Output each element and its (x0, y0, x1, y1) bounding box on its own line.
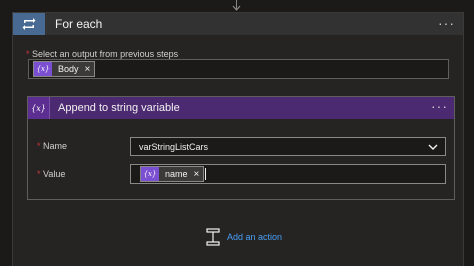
body-token[interactable]: {x} Body × (33, 61, 96, 77)
required-marker: * (37, 141, 41, 151)
required-marker: * (37, 169, 41, 179)
value-label-text: Value (43, 169, 66, 179)
name-dropdown[interactable]: varStringListCars (130, 137, 446, 156)
foreach-card: For each ··· * Select an output from pre… (12, 12, 464, 266)
name-token-label: name (165, 169, 188, 179)
variable-icon: {x} (34, 62, 52, 76)
name-token[interactable]: {x} name × (140, 166, 205, 182)
value-input[interactable]: {x} name × (130, 164, 446, 184)
remove-token-icon[interactable]: × (85, 64, 95, 75)
append-to-string-variable-card: {x} Append to string variable ··· * Name… (27, 96, 455, 200)
foreach-more-options-button[interactable]: ··· (438, 15, 455, 31)
value-label: * Value (37, 169, 65, 179)
loop-icon (13, 13, 45, 35)
required-marker: * (26, 49, 30, 59)
text-cursor (205, 168, 206, 180)
variable-icon: {x} (28, 97, 50, 119)
foreach-header[interactable]: For each ··· (13, 13, 463, 35)
foreach-title: For each (55, 17, 103, 31)
append-title: Append to string variable (58, 102, 180, 114)
name-label: * Name (37, 141, 67, 151)
select-output-label-text: Select an output from previous steps (32, 49, 179, 59)
chevron-down-icon[interactable] (427, 141, 439, 153)
select-output-field[interactable]: {x} Body × (28, 59, 449, 79)
name-dropdown-value: varStringListCars (139, 141, 209, 152)
variable-icon: {x} (141, 167, 159, 181)
select-output-label: * Select an output from previous steps (26, 49, 178, 59)
body-token-label: Body (58, 64, 79, 74)
append-header[interactable]: {x} Append to string variable ··· (28, 97, 454, 119)
append-more-options-button[interactable]: ··· (431, 98, 448, 114)
add-action-button[interactable]: Add an action (204, 228, 282, 246)
remove-token-icon[interactable]: × (194, 169, 204, 180)
name-label-text: Name (43, 141, 68, 151)
add-action-icon (206, 228, 220, 246)
add-action-label: Add an action (227, 232, 283, 242)
